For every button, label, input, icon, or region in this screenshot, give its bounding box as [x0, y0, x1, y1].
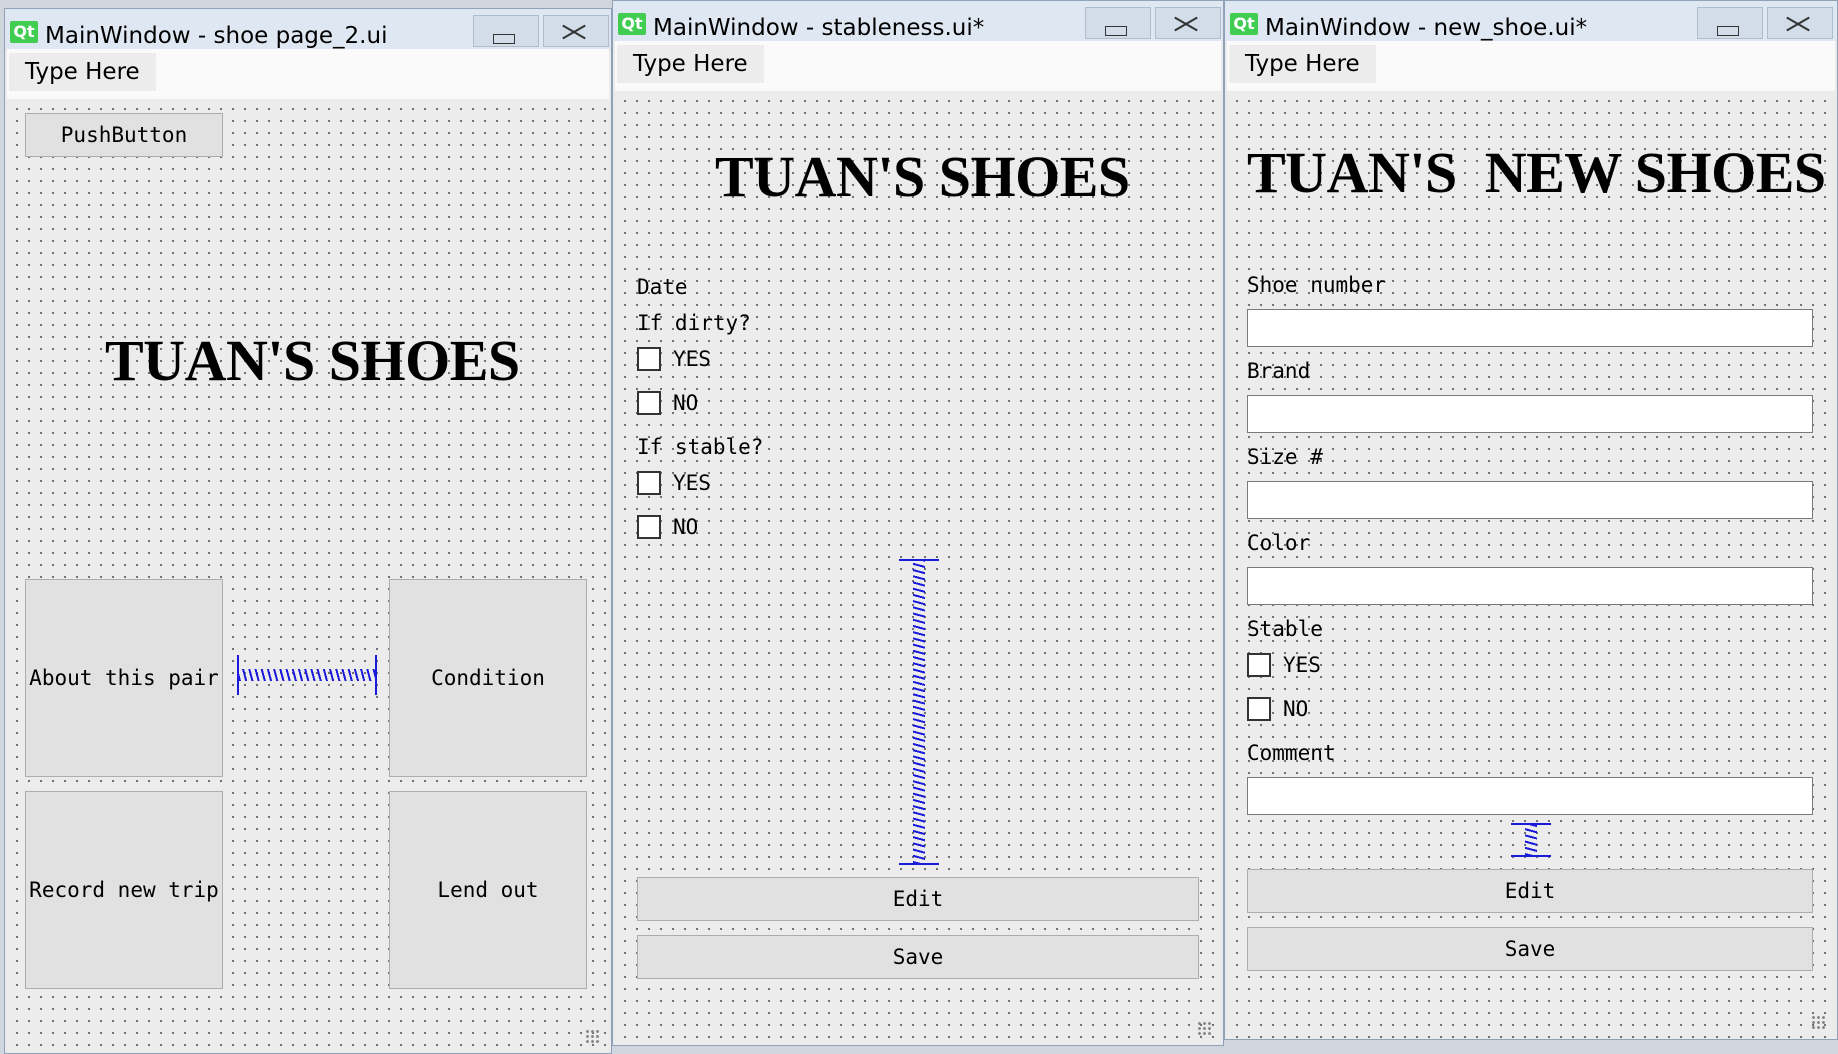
- minimize-icon[interactable]: [1085, 7, 1151, 39]
- window-title: MainWindow - shoe page_2.ui: [45, 23, 388, 49]
- window-title: MainWindow - new_shoe.ui*: [1265, 15, 1588, 41]
- close-icon[interactable]: [543, 15, 609, 47]
- stable-no-checkbox[interactable]: NO: [1247, 697, 1308, 721]
- menu-bar: Type Here: [7, 49, 609, 99]
- checkbox-label: NO: [673, 515, 699, 539]
- color-label: Color: [1247, 531, 1311, 555]
- window-title: MainWindow - stableness.ui*: [653, 15, 985, 41]
- qt-logo-icon: Qt: [1230, 13, 1258, 35]
- title-bar[interactable]: Qt MainWindow - new_shoe.ui*: [1225, 1, 1837, 41]
- checkbox-box[interactable]: [637, 471, 661, 495]
- checkbox-label: YES: [673, 347, 711, 371]
- size-label: Size #: [1247, 445, 1323, 469]
- about-this-pair-button[interactable]: About this pair: [25, 579, 223, 777]
- checkbox-label: YES: [1283, 653, 1321, 677]
- page-title: TUAN'S SHOES: [715, 144, 1130, 209]
- window-stableness[interactable]: Qt MainWindow - stableness.ui* Type Here…: [612, 0, 1224, 1046]
- window-new-shoe[interactable]: Qt MainWindow - new_shoe.ui* Type Here T…: [1224, 0, 1838, 1040]
- comment-input[interactable]: [1247, 777, 1813, 815]
- page-title: TUAN'S SHOES: [105, 328, 520, 393]
- qt-logo-icon: Qt: [618, 13, 646, 35]
- checkbox-label: YES: [673, 471, 711, 495]
- title-bar[interactable]: Qt MainWindow - stableness.ui*: [613, 1, 1223, 41]
- checkbox-box[interactable]: [1247, 653, 1271, 677]
- minimize-icon[interactable]: [1697, 7, 1763, 39]
- dirty-yes-checkbox[interactable]: YES: [637, 347, 711, 371]
- menu-type-here[interactable]: Type Here: [1229, 45, 1376, 83]
- form-canvas[interactable]: PushButton TUAN'S SHOES About this pair …: [7, 99, 609, 1053]
- shoe-number-input[interactable]: [1247, 309, 1813, 347]
- stable-label: Stable: [1247, 617, 1323, 641]
- checkbox-box[interactable]: [637, 347, 661, 371]
- condition-button[interactable]: Condition: [389, 579, 587, 777]
- minimize-icon[interactable]: [473, 15, 539, 47]
- shoe-number-label: Shoe number: [1247, 273, 1387, 297]
- date-label: Date: [637, 275, 688, 299]
- comment-label: Comment: [1247, 741, 1336, 765]
- edit-button[interactable]: Edit: [637, 877, 1199, 921]
- color-input[interactable]: [1247, 567, 1813, 605]
- vertical-spacer: [1511, 823, 1551, 857]
- edit-button[interactable]: Edit: [1247, 869, 1813, 913]
- record-new-trip-button[interactable]: Record new trip: [25, 791, 223, 989]
- horizontal-spacer: [237, 655, 377, 695]
- stable-yes-checkbox[interactable]: YES: [637, 471, 711, 495]
- resize-grip-icon[interactable]: [585, 1029, 601, 1045]
- dirty-no-checkbox[interactable]: NO: [637, 391, 698, 415]
- qt-logo-icon: Qt: [10, 21, 38, 43]
- stable-no-checkbox[interactable]: NO: [637, 515, 698, 539]
- page-title: TUAN'S NEW SHOES: [1247, 140, 1826, 205]
- save-button[interactable]: Save: [637, 935, 1199, 979]
- vertical-spacer: [899, 559, 939, 865]
- checkbox-box[interactable]: [637, 515, 661, 539]
- checkbox-box[interactable]: [637, 391, 661, 415]
- if-dirty-label: If dirty?: [637, 311, 751, 335]
- resize-grip-icon[interactable]: [1811, 1015, 1827, 1031]
- brand-input[interactable]: [1247, 395, 1813, 433]
- title-bar[interactable]: Qt MainWindow - shoe page_2.ui: [5, 9, 611, 49]
- close-icon[interactable]: [1767, 7, 1833, 39]
- form-canvas[interactable]: TUAN'S SHOES Date If dirty? YES NO If st…: [615, 91, 1221, 1045]
- resize-grip-icon[interactable]: [1197, 1021, 1213, 1037]
- push-button[interactable]: PushButton: [25, 113, 223, 157]
- size-input[interactable]: [1247, 481, 1813, 519]
- form-canvas[interactable]: TUAN'S NEW SHOES Shoe number Brand Size …: [1227, 91, 1835, 1039]
- menu-type-here[interactable]: Type Here: [617, 45, 764, 83]
- window-shoe-page-2[interactable]: Qt MainWindow - shoe page_2.ui Type Here…: [4, 8, 612, 1054]
- save-button[interactable]: Save: [1247, 927, 1813, 971]
- checkbox-label: NO: [673, 391, 699, 415]
- brand-label: Brand: [1247, 359, 1311, 383]
- close-icon[interactable]: [1155, 7, 1221, 39]
- checkbox-box[interactable]: [1247, 697, 1271, 721]
- menu-bar: Type Here: [615, 41, 1221, 91]
- if-stable-label: If stable?: [637, 435, 764, 459]
- lend-out-button[interactable]: Lend out: [389, 791, 587, 989]
- menu-type-here[interactable]: Type Here: [9, 53, 156, 91]
- menu-bar: Type Here: [1227, 41, 1835, 91]
- stable-yes-checkbox[interactable]: YES: [1247, 653, 1321, 677]
- checkbox-label: NO: [1283, 697, 1309, 721]
